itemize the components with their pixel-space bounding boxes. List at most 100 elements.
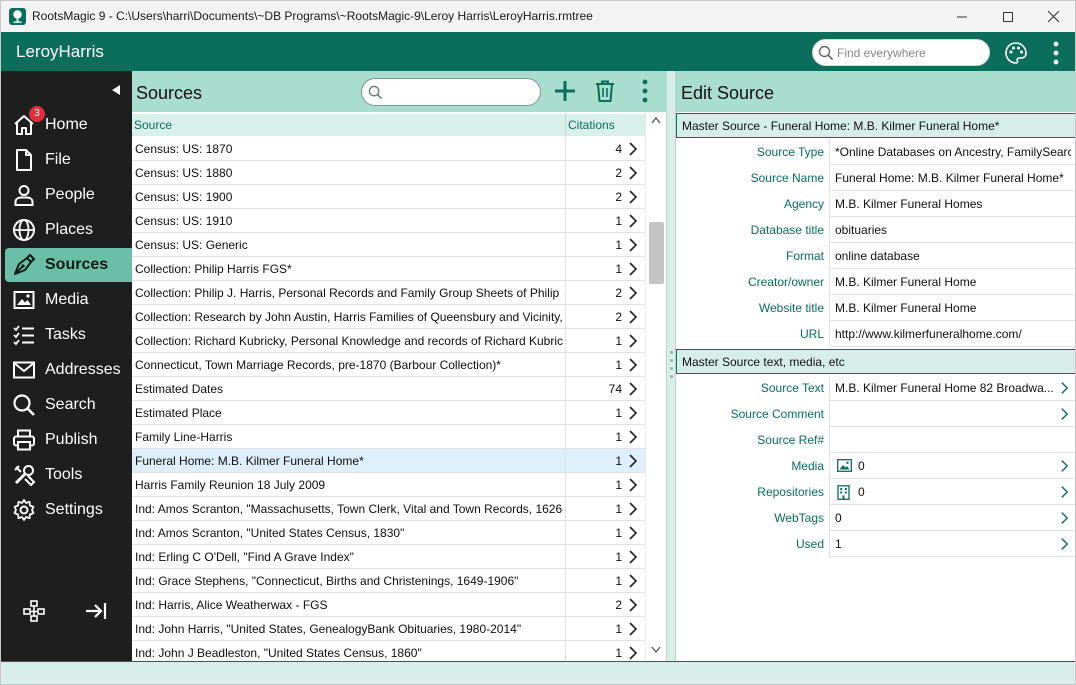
scroll-down-icon[interactable] — [651, 646, 661, 654]
column-divider[interactable] — [565, 114, 566, 136]
chevron-right-icon[interactable] — [1060, 485, 1069, 499]
chevron-right-icon[interactable] — [1060, 407, 1069, 421]
add-source-button[interactable] — [550, 76, 580, 106]
field-agency[interactable]: Agency M.B. Kilmer Funeral Homes — [676, 191, 1075, 217]
table-row[interactable]: Ind: Harris, Alice Weatherwax - FGS 2 — [132, 593, 645, 617]
chevron-right-icon[interactable] — [1060, 459, 1069, 473]
chevron-right-icon[interactable] — [628, 382, 638, 396]
field-value-box[interactable]: M.B. Kilmer Funeral Home 82 Broadwa... — [829, 375, 1075, 401]
table-row[interactable]: Census: US: 1900 2 — [132, 185, 645, 209]
sidebar-item-media[interactable]: Media — [5, 283, 132, 317]
sources-search-box[interactable] — [361, 78, 541, 106]
table-row[interactable]: Collection: Philip Harris FGS* 1 — [132, 257, 645, 281]
field-value-box[interactable]: 0 — [829, 453, 1075, 479]
table-row[interactable]: Census: US: Generic 1 — [132, 233, 645, 257]
table-row[interactable]: Census: US: 1870 4 — [132, 137, 645, 161]
chevron-right-icon[interactable] — [628, 310, 638, 324]
field-value-box[interactable] — [829, 401, 1075, 427]
sidebar-item-sources[interactable]: Sources — [5, 248, 132, 282]
family-tree-button[interactable] — [20, 597, 48, 625]
field-used[interactable]: Used 1 — [676, 531, 1075, 557]
collapse-sidebar-icon[interactable] — [108, 82, 124, 98]
chevron-right-icon[interactable] — [628, 598, 638, 612]
chevron-right-icon[interactable] — [1060, 381, 1069, 395]
sidebar-item-settings[interactable]: Settings — [5, 493, 132, 527]
table-row[interactable]: Ind: John J Beadleston, "United States C… — [132, 641, 645, 661]
sidebar-item-search[interactable]: Search — [5, 388, 132, 422]
scroll-up-icon[interactable] — [651, 116, 661, 124]
field-database-title[interactable]: Database title obituaries — [676, 217, 1075, 243]
delete-source-button[interactable] — [590, 76, 620, 106]
sidebar-item-addresses[interactable]: Addresses — [5, 353, 132, 387]
table-row[interactable]: Estimated Place 1 — [132, 401, 645, 425]
table-row[interactable]: Ind: Grace Stephens, "Connecticut, Birth… — [132, 569, 645, 593]
sidebar-item-file[interactable]: File — [5, 143, 132, 177]
sources-search-input[interactable] — [386, 83, 534, 102]
sidebar-item-publish[interactable]: Publish — [5, 423, 132, 457]
table-row[interactable]: Funeral Home: M.B. Kilmer Funeral Home* 1 — [132, 449, 645, 473]
table-row[interactable]: Estimated Dates 74 — [132, 377, 645, 401]
table-row[interactable]: Collection: Research by John Austin, Har… — [132, 305, 645, 329]
field-creator-owner[interactable]: Creator/owner M.B. Kilmer Funeral Home — [676, 269, 1075, 295]
sidebar-item-places[interactable]: Places — [5, 213, 132, 247]
field-value-box[interactable]: obituaries — [829, 217, 1075, 243]
chevron-right-icon[interactable] — [628, 502, 638, 516]
table-row[interactable]: Family Line-Harris 1 — [132, 425, 645, 449]
close-button[interactable] — [1030, 1, 1075, 32]
field-value-box[interactable] — [829, 427, 1075, 453]
column-header-source[interactable]: Source — [134, 118, 172, 132]
chevron-right-icon[interactable] — [628, 142, 638, 156]
field-value-box[interactable]: 0 — [829, 479, 1075, 505]
more-options-button[interactable] — [1041, 38, 1071, 68]
field-webtags[interactable]: WebTags 0 — [676, 505, 1075, 531]
table-row[interactable]: Ind: Amos Scranton, "United States Censu… — [132, 521, 645, 545]
panel-splitter[interactable] — [666, 71, 676, 661]
sources-more-button[interactable] — [630, 76, 660, 106]
scrollbar-thumb[interactable] — [649, 222, 664, 284]
field-source-text[interactable]: Source Text M.B. Kilmer Funeral Home 82 B… — [676, 375, 1075, 401]
chevron-right-icon[interactable] — [628, 190, 638, 204]
chevron-right-icon[interactable] — [628, 574, 638, 588]
theme-palette-button[interactable] — [1001, 38, 1031, 68]
field-value-box[interactable]: M.B. Kilmer Funeral Home — [829, 269, 1075, 295]
field-value-box[interactable]: 0 — [829, 505, 1075, 531]
table-row[interactable]: Collection: Philip J. Harris, Personal R… — [132, 281, 645, 305]
chevron-right-icon[interactable] — [628, 286, 638, 300]
table-row[interactable]: Connecticut, Town Marriage Records, pre-… — [132, 353, 645, 377]
field-value-box[interactable]: online database — [829, 243, 1075, 269]
chevron-right-icon[interactable] — [628, 406, 638, 420]
table-row[interactable]: Harris Family Reunion 18 July 2009 1 — [132, 473, 645, 497]
field-media[interactable]: Media 0 — [676, 453, 1075, 479]
field-source-type[interactable]: Source Type *Online Databases on Ancestry… — [676, 139, 1075, 165]
table-row[interactable]: Census: US: 1880 2 — [132, 161, 645, 185]
minimize-button[interactable] — [939, 1, 985, 32]
field-value-box[interactable]: Funeral Home: M.B. Kilmer Funeral Home* — [829, 165, 1075, 191]
field-source-name[interactable]: Source Name Funeral Home: M.B. Kilmer Fun… — [676, 165, 1075, 191]
field-value-box[interactable]: 1 — [829, 531, 1075, 557]
table-row[interactable]: Census: US: 1910 1 — [132, 209, 645, 233]
field-value-box[interactable]: http://www.kilmerfuneralhome.com/ — [829, 321, 1075, 347]
find-everywhere-input[interactable] — [835, 43, 985, 63]
table-row[interactable]: Ind: Amos Scranton, "Massachusetts, Town… — [132, 497, 645, 521]
maximize-button[interactable] — [985, 1, 1031, 32]
field-source-ref[interactable]: Source Ref# — [676, 427, 1075, 453]
field-website-title[interactable]: Website title M.B. Kilmer Funeral Home — [676, 295, 1075, 321]
chevron-right-icon[interactable] — [628, 526, 638, 540]
chevron-right-icon[interactable] — [628, 478, 638, 492]
sidebar-item-tasks[interactable]: Tasks — [5, 318, 132, 352]
chevron-right-icon[interactable] — [628, 358, 638, 372]
chevron-right-icon[interactable] — [1060, 537, 1069, 551]
table-row[interactable]: Ind: Erling C O'Dell, "Find A Grave Inde… — [132, 545, 645, 569]
sidebar-item-people[interactable]: People — [5, 178, 132, 212]
sources-scrollbar[interactable] — [645, 112, 666, 661]
table-row[interactable]: Ind: John Harris, "United States, Geneal… — [132, 617, 645, 641]
field-format[interactable]: Format online database — [676, 243, 1075, 269]
field-value-box[interactable]: M.B. Kilmer Funeral Homes — [829, 191, 1075, 217]
table-row[interactable]: Collection: Richard Kubricky, Personal K… — [132, 329, 645, 353]
chevron-right-icon[interactable] — [628, 238, 638, 252]
find-everywhere-box[interactable] — [812, 39, 990, 66]
chevron-right-icon[interactable] — [628, 262, 638, 276]
sidebar-item-home[interactable]: 3 Home — [5, 106, 132, 142]
field-source-comment[interactable]: Source Comment — [676, 401, 1075, 427]
field-value-box[interactable]: M.B. Kilmer Funeral Home — [829, 295, 1075, 321]
